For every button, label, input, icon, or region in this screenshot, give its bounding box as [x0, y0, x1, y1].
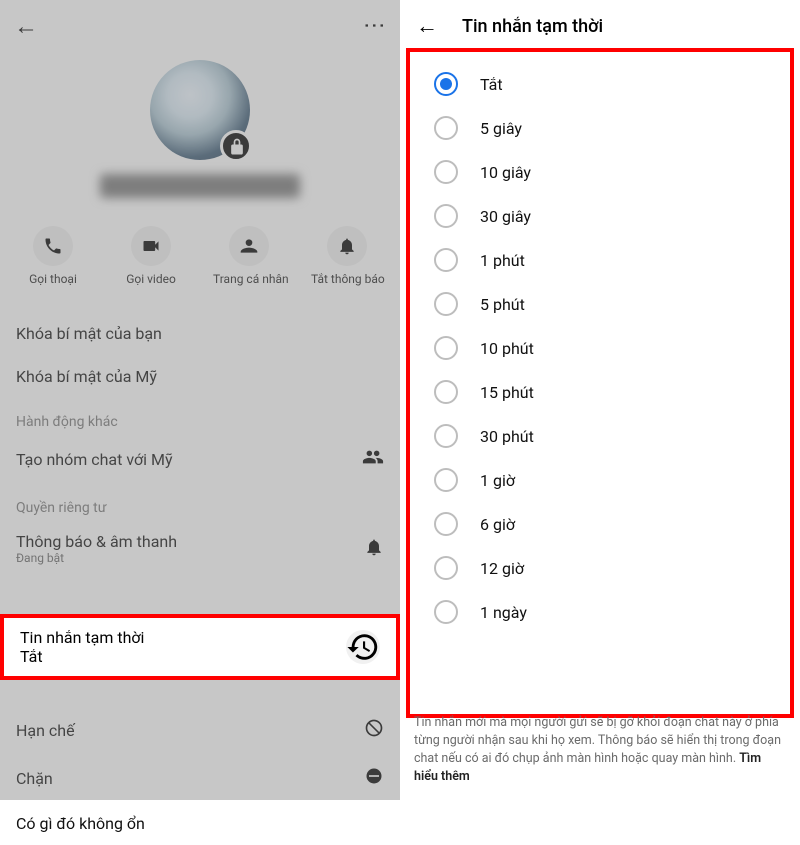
their-secret-key-label: Khóa bí mật của Mỹ	[16, 367, 157, 386]
timer-option[interactable]: Tắt	[418, 62, 782, 106]
something-wrong-label: Có gì đó không ổn	[16, 814, 145, 833]
lock-badge-icon	[227, 137, 247, 157]
timer-options-highlight: Tắt 5 giây 10 giây 30 giây 1 phút 5 phút 10 ph…	[406, 48, 794, 718]
radio-icon	[434, 160, 458, 184]
timer-option[interactable]: 5 phút	[418, 282, 782, 326]
your-secret-key-row[interactable]: Khóa bí mật của bạn	[0, 312, 400, 355]
restrict-row[interactable]: Hạn chế	[0, 706, 400, 754]
timer-option[interactable]: 5 giây	[418, 106, 782, 150]
timer-option[interactable]: 1 phút	[418, 238, 782, 282]
restrict-label: Hạn chế	[16, 721, 75, 740]
notification-sound-label: Thông báo & âm thanh	[16, 532, 177, 551]
video-call-button[interactable]: Gọi video	[115, 226, 187, 286]
contact-settings-panel: ← ⋮ Gọi thoại Gọi video Trang cá nhâ	[0, 0, 400, 800]
timer-option-label: 30 giây	[480, 207, 531, 226]
history-icon	[346, 630, 380, 664]
create-group-row[interactable]: Tạo nhóm chat với Mỹ	[0, 434, 400, 484]
radio-icon	[434, 556, 458, 580]
something-wrong-row[interactable]: Có gì đó không ổn	[0, 802, 400, 845]
person-icon	[229, 226, 269, 266]
bell-solid-icon	[364, 537, 384, 561]
disappearing-messages-label: Tin nhắn tạm thời	[20, 628, 144, 647]
video-icon	[131, 226, 171, 266]
timer-option[interactable]: 12 giờ	[418, 546, 782, 590]
timer-option[interactable]: 1 giờ	[418, 458, 782, 502]
radio-icon	[434, 116, 458, 140]
radio-icon	[434, 336, 458, 360]
radio-icon	[434, 380, 458, 404]
section-other-actions: Hành động khác	[0, 398, 400, 434]
timer-option[interactable]: 30 phút	[418, 414, 782, 458]
timer-option-label: 5 phút	[480, 295, 525, 314]
footer-note-text: Tin nhắn mới mà mọi người gửi sẽ bị gỡ k…	[414, 715, 781, 766]
radio-icon	[434, 292, 458, 316]
your-secret-key-label: Khóa bí mật của bạn	[16, 324, 162, 343]
restrict-icon	[364, 718, 384, 742]
page-title: Tin nhắn tạm thời	[462, 16, 603, 37]
section-privacy: Quyền riêng tư	[0, 484, 400, 520]
timer-option-label: 10 phút	[480, 339, 534, 358]
create-group-label: Tạo nhóm chat với Mỹ	[16, 450, 173, 469]
timer-option-label: Tắt	[480, 75, 503, 94]
profile-header	[0, 52, 400, 198]
radio-icon	[434, 424, 458, 448]
timer-option-label: 12 giờ	[480, 559, 524, 578]
their-secret-key-row[interactable]: Khóa bí mật của Mỹ	[0, 355, 400, 398]
notification-sound-sub: Đang bật	[16, 551, 177, 565]
timer-option-label: 30 phút	[480, 427, 534, 446]
more-vertical-icon[interactable]: ⋮	[362, 14, 387, 38]
timer-option-label: 1 ngày	[480, 603, 527, 622]
disappearing-messages-row-highlight: Tin nhắn tạm thời Tắt	[0, 614, 400, 680]
timer-option-label: 1 giờ	[480, 471, 515, 490]
timer-option[interactable]: 10 phút	[418, 326, 782, 370]
quick-actions-row: Gọi thoại Gọi video Trang cá nhân Tắt th…	[0, 226, 400, 286]
timer-option[interactable]: 10 giây	[418, 150, 782, 194]
radio-icon	[434, 600, 458, 624]
timer-option[interactable]: 30 giây	[418, 194, 782, 238]
bell-icon	[327, 226, 367, 266]
timer-option-label: 10 giây	[480, 163, 531, 182]
timer-option-label: 5 giây	[480, 119, 522, 138]
timer-option-label: 1 phút	[480, 251, 525, 270]
mute-label: Tắt thông báo	[311, 272, 383, 286]
disappearing-messages-row[interactable]: Tin nhắn tạm thời Tắt	[4, 618, 396, 676]
timer-option[interactable]: 6 giờ	[418, 502, 782, 546]
block-row[interactable]: Chặn	[0, 754, 400, 802]
timer-option[interactable]: 1 ngày	[418, 590, 782, 634]
disappearing-messages-panel: ← Tin nhắn tạm thời Tắt 5 giây 10 giây 30 g…	[400, 0, 800, 800]
voice-call-label: Gọi thoại	[17, 272, 89, 286]
phone-icon	[33, 226, 73, 266]
block-label: Chặn	[16, 769, 53, 788]
notification-sound-row[interactable]: Thông báo & âm thanh Đang bật	[0, 520, 400, 577]
voice-call-button[interactable]: Gọi thoại	[17, 226, 89, 286]
back-arrow-icon[interactable]: ←	[416, 13, 438, 39]
mute-button[interactable]: Tắt thông báo	[311, 226, 383, 286]
video-call-label: Gọi video	[115, 272, 187, 286]
radio-icon	[434, 248, 458, 272]
contact-name-blurred	[100, 174, 300, 198]
timer-option[interactable]: 15 phút	[418, 370, 782, 414]
radio-icon	[434, 204, 458, 228]
timer-option-label: 15 phút	[480, 383, 534, 402]
timer-option-label: 6 giờ	[480, 515, 515, 534]
profile-button[interactable]: Trang cá nhân	[213, 226, 285, 286]
back-arrow-icon[interactable]: ←	[14, 14, 38, 38]
footer-note: Tin nhắn mới mà mọi người gửi sẽ bị gỡ k…	[414, 714, 786, 787]
profile-label: Trang cá nhân	[213, 272, 285, 286]
radio-icon	[434, 468, 458, 492]
block-icon	[364, 766, 384, 790]
radio-icon	[434, 512, 458, 536]
avatar[interactable]	[150, 60, 250, 160]
timer-options-list: Tắt 5 giây 10 giây 30 giây 1 phút 5 phút 10 ph…	[418, 62, 782, 634]
disappearing-messages-sub: Tắt	[20, 647, 43, 666]
radio-icon	[434, 72, 458, 96]
group-icon	[362, 446, 384, 472]
